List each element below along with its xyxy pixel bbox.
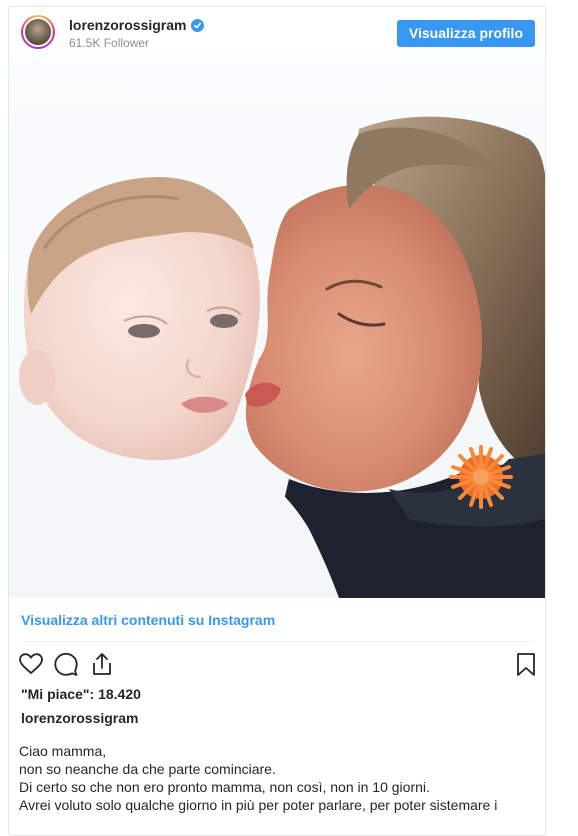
instagram-embed-card: lorenzorossigram 61.5K Follower Visualiz… xyxy=(8,6,546,836)
comment-icon[interactable] xyxy=(53,651,79,677)
caption-line: Avrei voluto solo qualche giorno in più … xyxy=(19,797,498,813)
divider xyxy=(21,641,533,642)
share-icon[interactable] xyxy=(89,651,115,677)
avatar[interactable] xyxy=(21,15,55,49)
username-row: lorenzorossigram xyxy=(69,17,205,33)
post-caption: Ciao mamma, non so neanche da che parte … xyxy=(19,742,539,814)
username-link[interactable]: lorenzorossigram xyxy=(69,17,186,33)
action-bar xyxy=(9,651,545,681)
caption-line: Di certo so che non ero pronto mamma, no… xyxy=(19,779,430,795)
caption-line: non so neanche da che parte cominciare. xyxy=(19,761,276,777)
bookmark-icon[interactable] xyxy=(513,651,539,677)
verified-badge-icon xyxy=(191,18,205,32)
post-header: lorenzorossigram 61.5K Follower Visualiz… xyxy=(9,7,545,59)
caption-author[interactable]: lorenzorossigram xyxy=(21,710,138,726)
like-count[interactable]: "Mi piace": 18.420 xyxy=(21,686,141,702)
view-profile-button[interactable]: Visualizza profilo xyxy=(396,20,535,47)
heart-icon[interactable] xyxy=(18,651,44,677)
follower-count: 61.5K Follower xyxy=(69,36,150,50)
view-more-on-instagram-link[interactable]: Visualizza altri contenuti su Instagram xyxy=(21,612,275,628)
post-photo[interactable] xyxy=(9,59,545,598)
caption-line: Ciao mamma, xyxy=(19,743,107,759)
